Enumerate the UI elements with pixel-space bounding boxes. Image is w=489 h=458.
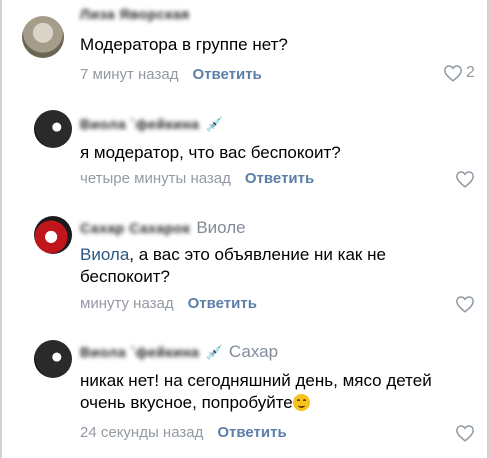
comment-header: Лиза Яворская bbox=[80, 4, 190, 24]
timestamp[interactable]: 24 секунды назад bbox=[80, 424, 203, 441]
comment-meta: 24 секунды назад Ответить bbox=[80, 424, 287, 441]
timestamp[interactable]: минуту назад bbox=[80, 295, 174, 312]
comment-text: Модератора в группе нет? bbox=[80, 35, 288, 54]
reply-to-name[interactable]: Виоле bbox=[196, 218, 245, 238]
reply-button[interactable]: Ответить bbox=[188, 295, 257, 312]
like-button[interactable] bbox=[455, 170, 475, 188]
frame-left-border bbox=[0, 0, 2, 458]
reply-button[interactable]: Ответить bbox=[217, 424, 286, 441]
heart-outline-icon bbox=[456, 296, 474, 313]
comment-text: я модератор, что вас беспокоит? bbox=[80, 143, 341, 162]
like-button[interactable]: 2 bbox=[443, 64, 475, 82]
comment-meta: четыре минуты назад Ответить bbox=[80, 170, 314, 187]
comment-header: Сахар Сахарок Виоле bbox=[80, 218, 246, 238]
avatar[interactable] bbox=[34, 216, 72, 254]
heart-outline-icon bbox=[456, 425, 474, 442]
reply-button[interactable]: Ответить bbox=[245, 170, 314, 187]
like-button[interactable] bbox=[455, 295, 475, 313]
mention-link[interactable]: Виола bbox=[80, 245, 129, 264]
avatar[interactable] bbox=[34, 110, 72, 148]
comment-meta: 7 минут назад Ответить bbox=[80, 66, 262, 83]
like-button[interactable] bbox=[455, 424, 475, 442]
reply-button[interactable]: Ответить bbox=[192, 66, 261, 83]
author-name[interactable]: Лиза Яворская bbox=[80, 6, 190, 22]
smiling-face-icon bbox=[292, 394, 310, 411]
author-name[interactable]: Виола `фейкина bbox=[80, 116, 199, 132]
comment-text-body: никак нет! на сегодняшний день, мясо дет… bbox=[80, 371, 432, 412]
reply-to-name[interactable]: Сахар bbox=[229, 342, 278, 362]
avatar[interactable] bbox=[22, 16, 64, 58]
comment-meta: минуту назад Ответить bbox=[80, 295, 257, 312]
comment-header: Виола `фейкина 💉 bbox=[80, 114, 223, 134]
comment-header: Виола `фейкина 💉 Сахар bbox=[80, 342, 278, 362]
heart-outline-icon bbox=[444, 65, 462, 82]
avatar[interactable] bbox=[34, 340, 72, 378]
syringe-icon: 💉 bbox=[205, 343, 223, 360]
author-name[interactable]: Виола `фейкина bbox=[80, 344, 199, 360]
comment-text: Виола, а вас это объявление ни как не бе… bbox=[80, 244, 470, 288]
timestamp[interactable]: четыре минуты назад bbox=[80, 170, 231, 187]
comment-text: никак нет! на сегодняшний день, мясо дет… bbox=[80, 370, 480, 414]
timestamp[interactable]: 7 минут назад bbox=[80, 66, 178, 83]
like-count: 2 bbox=[466, 64, 475, 81]
author-name[interactable]: Сахар Сахарок bbox=[80, 220, 190, 236]
syringe-icon: 💉 bbox=[205, 115, 223, 132]
heart-outline-icon bbox=[456, 171, 474, 188]
